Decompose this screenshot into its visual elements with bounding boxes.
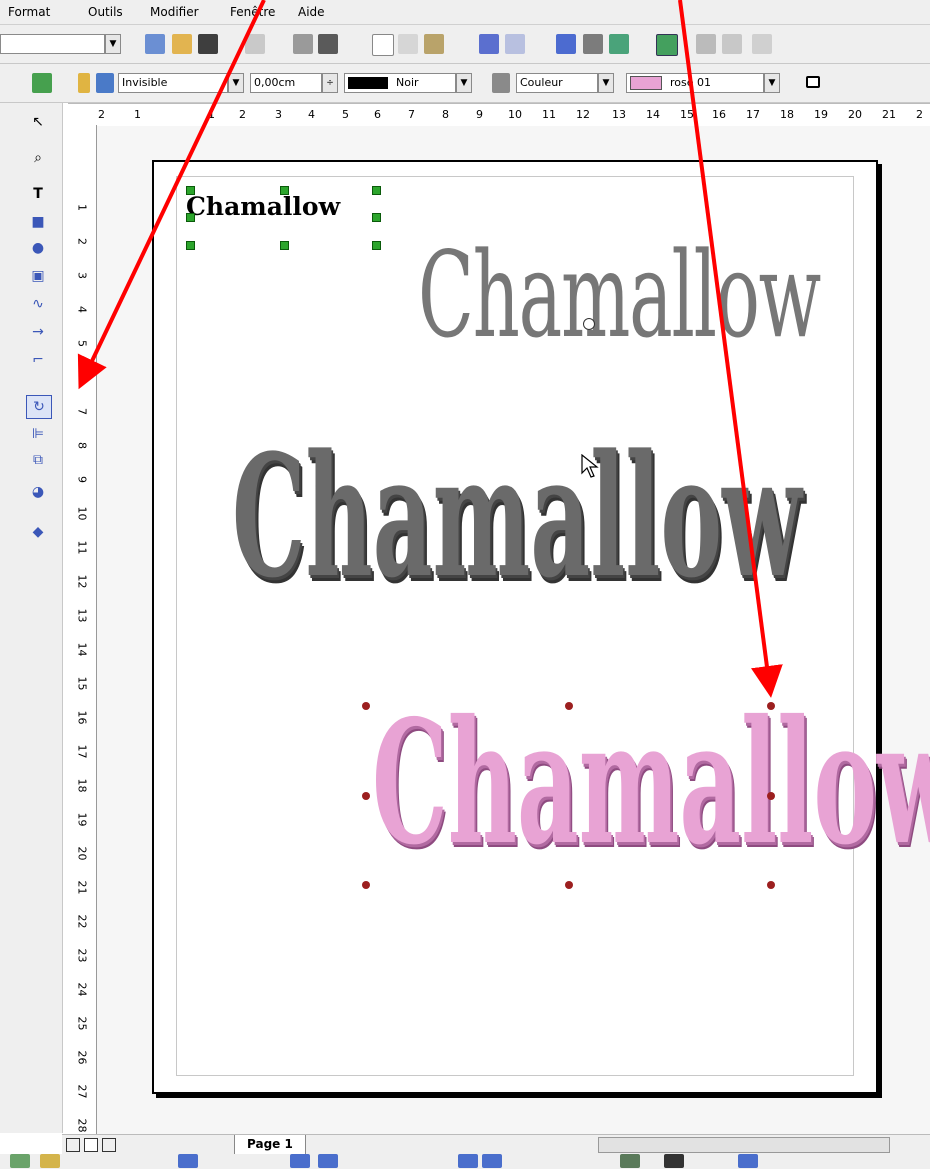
snap-border-icon[interactable] [318,1154,338,1168]
layer-view-icon[interactable] [102,1138,116,1152]
snap-lines-icon[interactable] [290,1154,310,1168]
fill-icon[interactable] [620,1154,640,1168]
master-view-icon[interactable] [84,1138,98,1152]
preview-icon[interactable] [738,1154,758,1168]
page-tab-bar: Page 1 [62,1134,930,1155]
bottom-drawing-toolbar [0,1154,930,1169]
arrow-to-pink-handle [678,0,783,698]
quality-icon[interactable] [482,1154,502,1168]
annotation-arrows [77,0,783,698]
snap-grid-icon[interactable] [178,1154,198,1168]
points-icon[interactable] [10,1154,30,1168]
text-frame-icon[interactable] [458,1154,478,1168]
contrast-icon[interactable] [664,1154,684,1168]
arrow-to-rotate-tool [77,0,266,390]
page-view-icon[interactable] [66,1138,80,1152]
horizontal-scrollbar[interactable] [598,1137,890,1153]
tab-page-1[interactable]: Page 1 [234,1135,306,1155]
glue-points-icon[interactable] [40,1154,60,1168]
